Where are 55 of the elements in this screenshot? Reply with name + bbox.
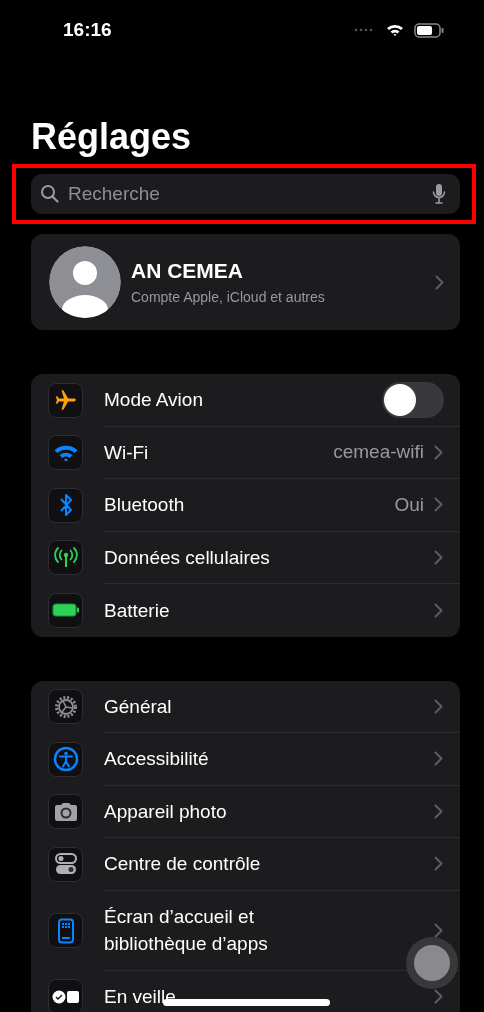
settings-row[interactable]: Données cellulaires	[31, 531, 460, 584]
row-label: Centre de contrôle	[104, 852, 261, 877]
chevron-icon	[434, 444, 443, 460]
row-value: cemea-wifi	[333, 441, 424, 464]
chevron-icon	[434, 549, 443, 565]
avatar-icon	[49, 246, 121, 318]
row-label: Mode Avion	[104, 388, 203, 413]
row-label: Accessibilité	[104, 747, 209, 772]
settings-row[interactable]: Bluetooth Oui	[31, 479, 460, 532]
chevron-icon	[434, 602, 443, 618]
bluetooth-icon	[48, 487, 83, 523]
antenna-icon	[48, 540, 83, 576]
row-label: Batterie	[104, 598, 170, 623]
chevron-icon	[435, 274, 444, 290]
chevron-icon	[434, 856, 443, 872]
chevron-icon	[434, 989, 443, 1005]
row-label: Wi-Fi	[104, 440, 149, 465]
row-value: Oui	[394, 493, 424, 516]
settings-row[interactable]: Centre de contrôle	[31, 838, 460, 891]
settings-row[interactable]: Batterie	[31, 584, 460, 637]
profile-subtitle: Compte Apple, iCloud et autres	[131, 289, 326, 305]
search-icon	[40, 184, 60, 204]
camera-icon	[48, 794, 83, 830]
page-title: Réglages	[30, 115, 193, 159]
chevron-icon	[434, 751, 443, 767]
airplane-icon	[48, 382, 83, 418]
microphone-icon[interactable]	[432, 183, 446, 205]
settings-row[interactable]: Wi-Fi cemea-wifi	[31, 426, 460, 479]
row-label: Données cellulaires	[104, 545, 270, 570]
wifi-icon	[386, 23, 404, 37]
gear-icon	[48, 689, 83, 725]
row-label: Général	[104, 694, 172, 719]
chevron-icon	[434, 698, 443, 714]
settings-row[interactable]: Mode Avion	[31, 374, 460, 427]
chevron-icon	[434, 803, 443, 819]
phone-icon	[48, 913, 83, 948]
battery-icon	[414, 22, 444, 38]
accessibility-icon	[48, 741, 83, 777]
profile-name: AN CEMEA	[131, 259, 244, 283]
settings-row[interactable]: Général	[31, 680, 460, 733]
search-input[interactable]: Recherche	[68, 183, 424, 205]
row-label: Bluetooth	[104, 493, 185, 518]
settings-row[interactable]: Accessibilité	[31, 733, 460, 786]
status-time: 16:16	[63, 19, 112, 41]
search-field[interactable]: Recherche	[31, 174, 460, 214]
battery-icon	[48, 592, 83, 628]
profile-card[interactable]: AN CEMEA Compte Apple, iCloud et autres	[31, 234, 460, 330]
wifi-icon	[48, 435, 83, 471]
settings-row[interactable]: Appareil photo	[31, 785, 460, 838]
row-label: Appareil photo	[104, 799, 227, 824]
row-label: Écran d’accueil et bibliothèque d’apps	[104, 905, 269, 956]
switches-icon	[48, 846, 83, 882]
chevron-icon	[434, 497, 443, 513]
chevron-icon	[434, 922, 443, 938]
toggle-switch[interactable]	[382, 381, 444, 418]
